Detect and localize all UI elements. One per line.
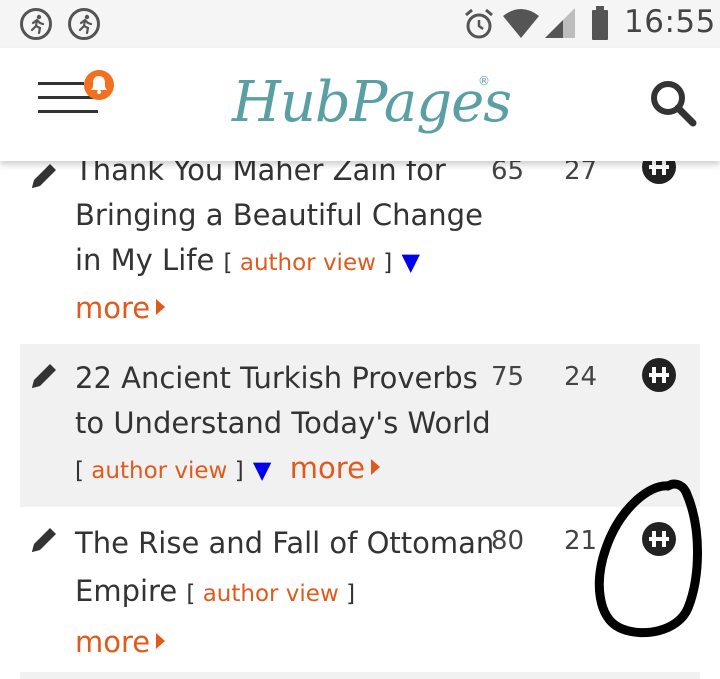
author-view-group: [ author view ] — [186, 581, 355, 607]
article-title-block: 22 Ancient Turkish Proverbs to Understan… — [75, 356, 491, 494]
article-score: 80 — [491, 526, 525, 556]
menu-button[interactable] — [38, 70, 114, 116]
article-title[interactable]: Bringing a Beautiful Change — [75, 198, 483, 232]
wifi-icon — [503, 8, 539, 42]
author-view-link[interactable]: author view — [91, 458, 227, 484]
author-view-link[interactable]: author view — [203, 581, 339, 607]
bracket-close: ] — [346, 581, 356, 607]
hubpages-logo[interactable]: HubPages — [232, 68, 512, 138]
running-person-icon — [68, 8, 100, 40]
article-title[interactable]: 22 Ancient Turkish Proverbs — [75, 361, 478, 395]
caret-right-icon — [156, 633, 166, 649]
next-row-edge — [20, 672, 700, 679]
bracket-open: [ — [75, 458, 84, 484]
article-row: Thank You Maher Zain for Bringing a Beau… — [20, 140, 700, 340]
article-row: 22 Ancient Turkish Proverbs to Understan… — [20, 344, 700, 507]
author-view-group: [ author view ] — [75, 458, 244, 484]
article-title-block: Thank You Maher Zain for Bringing a Beau… — [75, 148, 483, 331]
hubpages-status-icon[interactable] — [642, 522, 676, 556]
article-title[interactable]: to Understand Today's World — [75, 406, 491, 440]
more-label: more — [75, 625, 151, 659]
battery-icon — [590, 6, 610, 44]
search-button[interactable] — [648, 78, 698, 128]
pencil-icon[interactable] — [28, 160, 60, 196]
author-view-link[interactable]: author view — [240, 250, 376, 276]
status-bar: 16:55 — [0, 0, 720, 48]
bracket-close: ] — [383, 250, 393, 276]
expand-triangle-icon[interactable]: ▼ — [253, 456, 271, 484]
article-title[interactable]: Empire — [75, 574, 177, 608]
pencil-icon[interactable] — [28, 524, 60, 560]
more-link[interactable]: more — [290, 451, 380, 485]
hamburger-menu-icon — [38, 110, 98, 113]
bell-icon[interactable] — [84, 70, 114, 100]
article-title[interactable]: in My Life — [75, 243, 214, 277]
bracket-open: [ — [186, 581, 196, 607]
caret-right-icon — [156, 299, 166, 315]
hamburger-menu-icon — [38, 82, 84, 85]
more-link[interactable]: more — [75, 291, 166, 325]
bracket-close: ] — [234, 458, 244, 484]
hubpages-status-icon[interactable] — [642, 358, 676, 392]
article-title-block: The Rise and Fall of Ottoman Empire [ au… — [75, 519, 494, 666]
search-icon — [651, 81, 697, 127]
article-count: 21 — [564, 526, 598, 556]
signal-icon — [545, 8, 575, 42]
author-view-group: [ author view ] — [224, 250, 393, 276]
caret-right-icon — [370, 459, 380, 475]
app-header: HubPages ® — [0, 48, 720, 161]
article-score: 75 — [491, 362, 525, 392]
expand-triangle-icon[interactable]: ▼ — [401, 248, 419, 276]
article-title[interactable]: The Rise and Fall of Ottoman — [75, 526, 494, 560]
more-label: more — [289, 451, 365, 485]
more-link[interactable]: more — [75, 625, 166, 659]
registered-mark: ® — [478, 74, 490, 88]
bracket-open: [ — [223, 250, 233, 276]
article-row: The Rise and Fall of Ottoman Empire [ au… — [20, 508, 700, 670]
article-count: 24 — [564, 362, 598, 392]
alarm-icon — [463, 7, 495, 45]
running-person-icon — [20, 8, 52, 40]
more-label: more — [75, 291, 151, 325]
pencil-icon[interactable] — [28, 360, 60, 396]
status-time: 16:55 — [624, 4, 716, 40]
